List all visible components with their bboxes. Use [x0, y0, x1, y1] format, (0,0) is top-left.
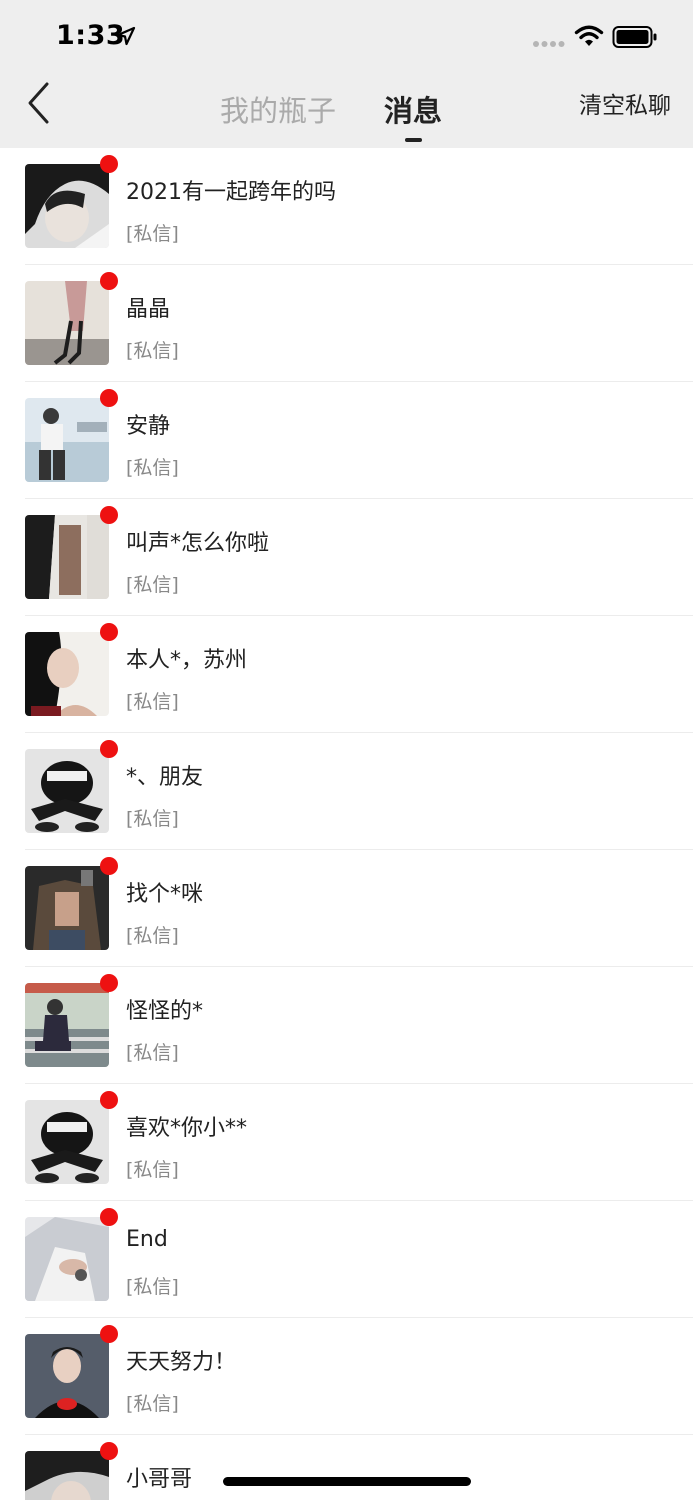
message-subtitle: [私信] — [126, 457, 179, 479]
message-title: *、朋友 — [126, 765, 204, 790]
back-button[interactable] — [16, 78, 60, 128]
message-list: 2021有一起跨年的吗 [私信] 晶晶 [私信] 安静 [私信] 叫声*怎么你啦… — [0, 148, 693, 1500]
status-time: 1:33 — [56, 20, 126, 51]
location-arrow-icon — [116, 26, 136, 46]
unread-dot — [100, 272, 118, 290]
message-row[interactable]: 叫声*怎么你啦 [私信] — [0, 499, 693, 616]
message-title: 2021有一起跨年的吗 — [126, 180, 336, 205]
message-title: 怪怪的* — [126, 999, 204, 1024]
unread-dot — [100, 1325, 118, 1343]
message-subtitle: [私信] — [126, 808, 179, 830]
avatar — [25, 749, 109, 833]
avatar — [25, 515, 109, 599]
tab-messages[interactable]: 消息 — [384, 88, 442, 130]
message-title: 天天努力！ — [126, 1350, 237, 1375]
unread-dot — [100, 974, 118, 992]
avatar — [25, 164, 109, 248]
message-subtitle: [私信] — [126, 1042, 179, 1064]
unread-dot — [100, 1442, 118, 1460]
message-subtitle: [私信] — [126, 1159, 179, 1181]
message-title: 小哥哥 — [126, 1467, 193, 1492]
message-subtitle: [私信] — [126, 223, 179, 245]
message-title: 安静 — [126, 414, 171, 439]
message-subtitle: [私信] — [126, 925, 179, 947]
message-title: End — [126, 1227, 168, 1252]
message-title: 找个*咪 — [126, 882, 204, 907]
avatar — [25, 398, 109, 482]
unread-dot — [100, 389, 118, 407]
unread-dot — [100, 1091, 118, 1109]
message-row[interactable]: 安静 [私信] — [0, 382, 693, 499]
message-row[interactable]: 小哥哥 — [0, 1435, 693, 1500]
message-row[interactable]: End [私信] — [0, 1201, 693, 1318]
message-row[interactable]: 本人*，苏州 [私信] — [0, 616, 693, 733]
signal-icon — [533, 41, 565, 47]
header: 1:33 我的瓶子 消息 清空私聊 — [0, 0, 693, 148]
message-row[interactable]: *、朋友 [私信] — [0, 733, 693, 850]
avatar — [25, 1334, 109, 1418]
avatar — [25, 1217, 109, 1301]
avatar — [25, 1451, 109, 1500]
clear-private-chats-button[interactable]: 清空私聊 — [579, 86, 671, 120]
message-title: 叫声*怎么你啦 — [126, 531, 270, 556]
avatar — [25, 1100, 109, 1184]
message-title: 喜欢*你小** — [126, 1116, 248, 1141]
unread-dot — [100, 155, 118, 173]
avatar — [25, 866, 109, 950]
message-row[interactable]: 怪怪的* [私信] — [0, 967, 693, 1084]
message-row[interactable]: 晶晶 [私信] — [0, 265, 693, 382]
avatar — [25, 281, 109, 365]
tab-my-bottles[interactable]: 我的瓶子 — [220, 88, 336, 130]
unread-dot — [100, 740, 118, 758]
unread-dot — [100, 506, 118, 524]
unread-dot — [100, 857, 118, 875]
message-subtitle: [私信] — [126, 691, 179, 713]
screen: 1:33 我的瓶子 消息 清空私聊 2021有一起跨年的吗 [私信] 晶晶 [私… — [0, 0, 693, 1500]
home-indicator — [223, 1477, 471, 1486]
message-title: 本人*，苏州 — [126, 648, 248, 673]
message-subtitle: [私信] — [126, 1393, 179, 1415]
message-row[interactable]: 2021有一起跨年的吗 [私信] — [0, 148, 693, 265]
message-title: 晶晶 — [126, 297, 171, 322]
wifi-icon — [574, 25, 604, 46]
message-subtitle: [私信] — [126, 1276, 179, 1298]
message-subtitle: [私信] — [126, 340, 179, 362]
unread-dot — [100, 623, 118, 641]
avatar — [25, 632, 109, 716]
chevron-left-icon — [28, 82, 49, 124]
message-subtitle: [私信] — [126, 574, 179, 596]
message-row[interactable]: 喜欢*你小** [私信] — [0, 1084, 693, 1201]
unread-dot — [100, 1208, 118, 1226]
avatar — [25, 983, 109, 1067]
message-row[interactable]: 天天努力！ [私信] — [0, 1318, 693, 1435]
active-tab-indicator — [405, 138, 422, 142]
battery-icon — [612, 26, 657, 48]
message-row[interactable]: 找个*咪 [私信] — [0, 850, 693, 967]
